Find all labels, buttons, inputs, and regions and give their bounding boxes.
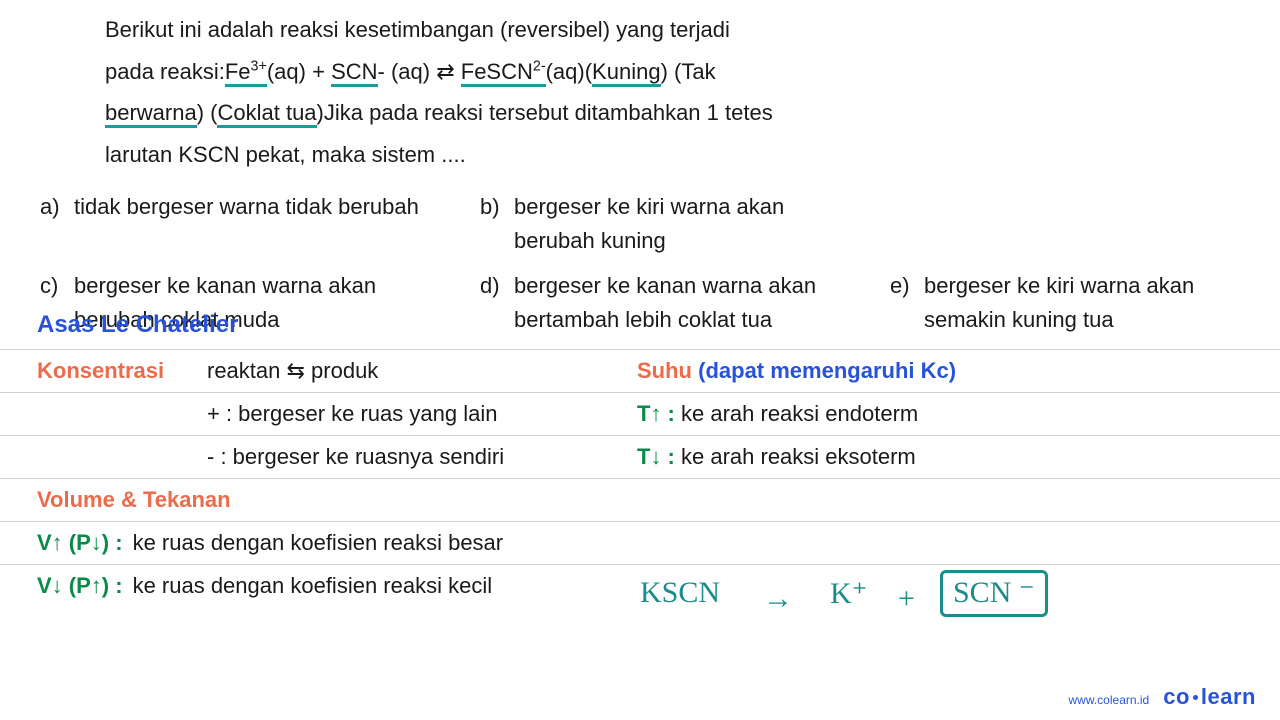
rule-row-headers: Konsentrasi reaktan ⇆ produk Suhu (dapat… <box>0 350 1280 393</box>
question-text: Berikut ini adalah reaksi kesetimbangan … <box>0 0 1280 174</box>
footer: www.colearn.id colearn <box>1069 684 1256 710</box>
q-line-2: pada reaksi:Fe3+(aq) + SCN- (aq) ⇄ FeSCN… <box>105 52 1230 92</box>
footer-url: www.colearn.id <box>1069 693 1150 707</box>
option-e[interactable]: e) bergeser ke kiri warna akan semakin k… <box>890 269 1270 337</box>
konsentrasi-eq: reaktan ⇆ produk <box>207 358 378 384</box>
paren1: ) ( <box>661 59 682 84</box>
q2-pre: pada reaksi: <box>105 59 225 84</box>
vt-label: Volume & Tekanan <box>37 487 231 513</box>
vdn-rule: ke ruas dengan koefisien reaksi kecil <box>133 573 493 599</box>
logo-co: co <box>1163 684 1190 709</box>
tup-rule: ke arah reaksi endoterm <box>675 401 918 426</box>
suhu-note: (dapat memengaruhi Kc) <box>698 358 956 383</box>
berwarna-term: berwarna <box>105 100 197 128</box>
mid3: ) ( <box>197 100 218 125</box>
handwritten-arrow-icon: → <box>763 582 793 616</box>
q-line-4: larutan KSCN pekat, maka sistem .... <box>105 135 1230 175</box>
handwritten-plus: + <box>898 582 915 616</box>
option-letter: d) <box>480 269 506 337</box>
vup-rule: ke ruas dengan koefisien reaksi besar <box>133 530 504 556</box>
tdn-rule: ke arah reaksi eksoterm <box>675 444 916 469</box>
rule-row-minus: - : bergeser ke ruasnya sendiri T↓ : ke … <box>0 436 1280 479</box>
scn-post: - (aq) ⇄ <box>378 59 461 84</box>
option-text: tidak bergeser warna tidak berubah <box>74 190 419 258</box>
logo-learn: learn <box>1201 684 1256 709</box>
suhu-label: Suhu <box>637 358 692 383</box>
coklat-term: Coklat tua <box>217 100 316 128</box>
option-letter: e) <box>890 269 916 337</box>
fescn-term: FeSCN2- <box>461 59 546 87</box>
option-b[interactable]: b) bergeser ke kiri warna akan berubah k… <box>480 190 870 258</box>
q-line-3: berwarna) (Coklat tua)Jika pada reaksi t… <box>105 93 1230 133</box>
line3-post: )Jika pada reaksi tersebut ditambahkan 1… <box>317 100 773 125</box>
footer-logo: colearn <box>1163 684 1256 710</box>
aq2: (aq)( <box>546 59 592 84</box>
fescn-sup: 2- <box>533 58 546 74</box>
minus-rule: - : bergeser ke ruasnya sendiri <box>207 444 504 470</box>
handwritten-scn-boxed: SCN ⁻ <box>940 570 1048 617</box>
option-d[interactable]: d) bergeser ke kanan warna akan bertamba… <box>480 269 870 337</box>
tdn-pre: T↓ : <box>637 444 675 469</box>
q-line-1: Berikut ini adalah reaksi kesetimbangan … <box>105 10 1230 50</box>
plus-rule: + : bergeser ke ruas yang lain <box>207 401 497 427</box>
rule-row-vt-head: Volume & Tekanan <box>0 479 1280 522</box>
option-a[interactable]: a) tidak bergeser warna tidak berubah <box>40 190 460 258</box>
handwritten-kscn: KSCN <box>640 576 720 610</box>
fe-term: Fe3+ <box>225 59 267 87</box>
logo-dot-icon <box>1193 695 1198 700</box>
tup-pre: T↑ : <box>637 401 675 426</box>
aq1: (aq) + <box>267 59 331 84</box>
tak: Tak <box>681 59 715 84</box>
vdn-pre: V↓ (P↑) : <box>37 573 123 599</box>
fe: Fe <box>225 59 251 84</box>
fe-sup: 3+ <box>251 58 267 74</box>
option-text: bergeser ke kiri warna akan berubah kuni… <box>514 190 870 258</box>
rule-row-plus: + : bergeser ke ruas yang lain T↑ : ke a… <box>0 393 1280 436</box>
option-text: bergeser ke kanan warna akan bertambah l… <box>514 269 870 337</box>
scn-term: SCN <box>331 59 377 87</box>
handwritten-k-plus: K⁺ <box>830 576 868 611</box>
kuning-term: Kuning <box>592 59 661 87</box>
option-letter: a) <box>40 190 66 258</box>
option-letter: b) <box>480 190 506 258</box>
rules-table: Konsentrasi reaktan ⇆ produk Suhu (dapat… <box>0 349 1280 607</box>
vup-pre: V↑ (P↓) : <box>37 530 123 556</box>
konsentrasi-label: Konsentrasi <box>37 358 197 384</box>
fescn: FeSCN <box>461 59 533 84</box>
option-text: bergeser ke kiri warna akan semakin kuni… <box>924 269 1270 337</box>
rule-row-vup: V↑ (P↓) : ke ruas dengan koefisien reaks… <box>0 522 1280 565</box>
